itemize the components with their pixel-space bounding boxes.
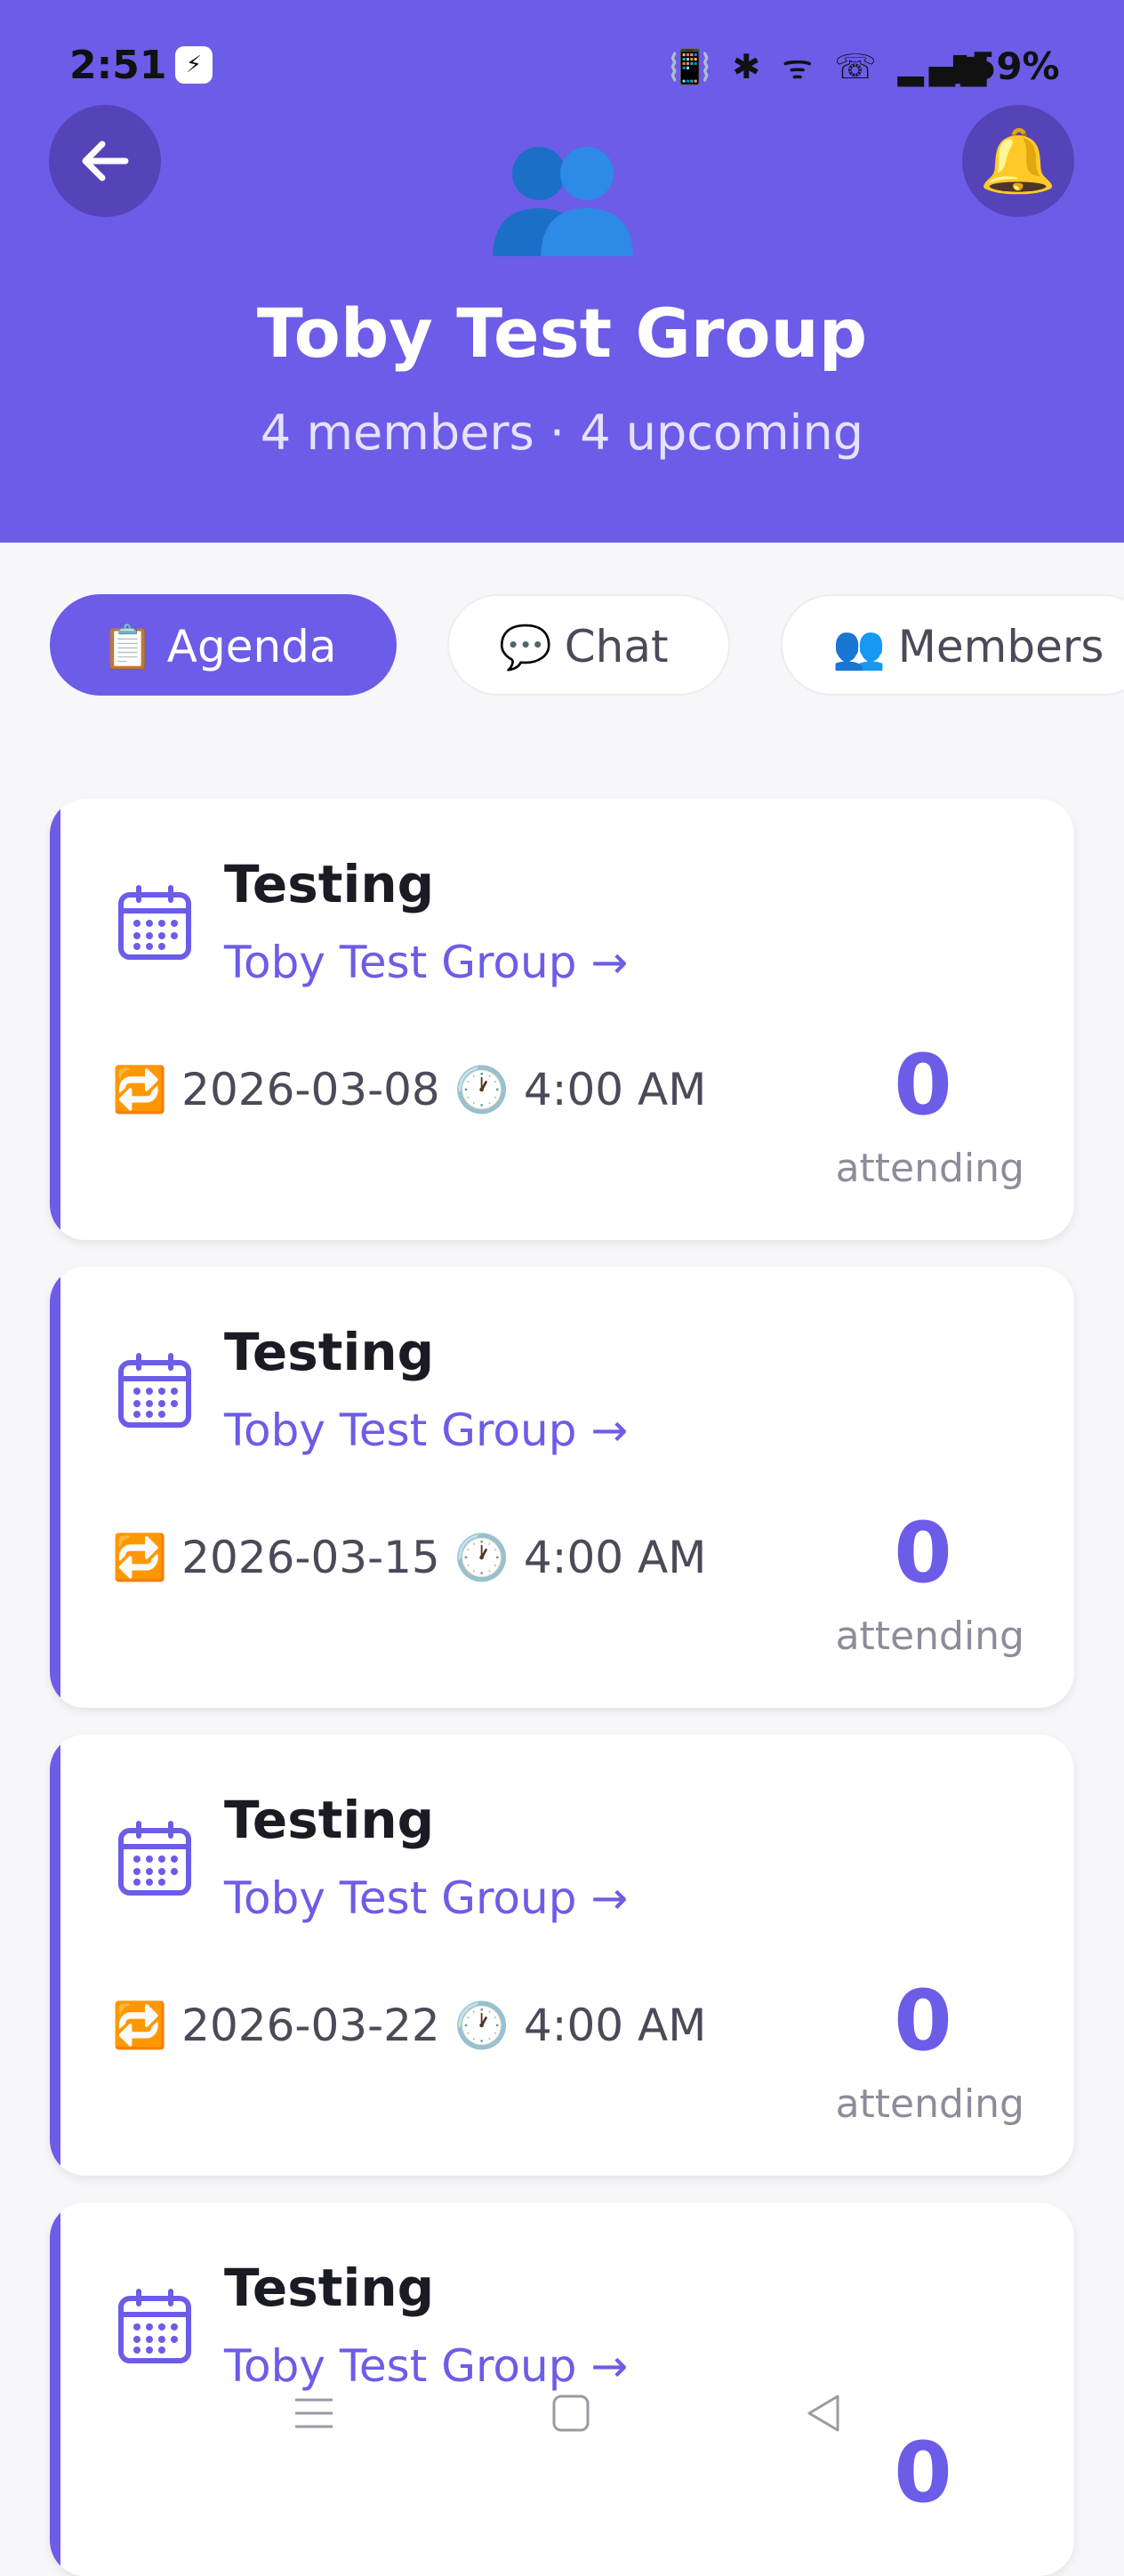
event-date: 2026-03-22 [181,2000,440,2051]
tab-label: Members [897,621,1104,672]
calendar-icon [118,885,191,960]
repeat-icon: 🔁 [112,1064,168,1115]
arrow-left-icon [82,141,129,181]
event-meta: 🔁 2026-03-15 🕐 4:00 AM [112,1532,706,1584]
status-icons: 📳 ✱ ᯤ ☏ ▂▄▆ [669,47,992,86]
event-time: 4:00 AM [523,1532,707,1583]
bell-icon: 🔔 [979,125,1057,197]
event-card[interactable]: Testing Toby Test Group → 🔁 2026-03-15 🕐… [50,1267,1074,1708]
notifications-button[interactable]: 🔔 [962,105,1074,217]
event-date: 2026-03-15 [181,1532,440,1583]
repeat-icon: 🔁 [112,1532,168,1583]
back-triangle-icon[interactable] [802,2391,847,2435]
group-people-icon [493,147,633,256]
menu-icon[interactable] [292,2391,336,2435]
back-button[interactable] [49,105,161,217]
system-nav-bar [0,2366,1124,2473]
event-title: Testing [224,1322,435,1382]
tab-members[interactable]: 👥 Members [781,594,1124,696]
event-date: 2026-03-08 [181,1064,440,1115]
attending-label: attending [835,2081,1024,2127]
tab-agenda[interactable]: 📋 Agenda [50,594,397,696]
event-title: Testing [224,1790,435,1850]
status-bar: 2:51 ⚡ 📳 ✱ ᯤ ☏ ▂▄▆ ▮59% [0,0,1124,133]
tab-chat[interactable]: 💬 Chat [447,594,730,696]
event-title: Testing [224,854,435,914]
event-card[interactable]: Testing Toby Test Group → 🔁 2026-03-08 🕐… [50,799,1074,1240]
tab-bar: 📋 Agenda 💬 Chat 👥 Members [0,594,1124,699]
members-icon: 👥 [832,623,886,672]
event-group-link[interactable]: Toby Test Group → [224,1405,628,1456]
calendar-icon [118,1821,191,1896]
repeat-icon: 🔁 [112,2000,168,2051]
clipboard-icon: 📋 [101,623,155,672]
group-header: 2:51 ⚡ 📳 ✱ ᯤ ☏ ▂▄▆ ▮59% 🔔 Toby Test Grou… [0,0,1124,543]
calendar-icon [118,1353,191,1428]
notification-app-icon: ⚡ [175,46,213,84]
event-card[interactable]: Testing Toby Test Group → 🔁 2026-03-22 🕐… [50,1735,1074,2176]
attending-count: 0 [894,1505,952,1602]
event-meta: 🔁 2026-03-08 🕐 4:00 AM [112,1064,706,1116]
attending-count: 0 [894,1037,952,1134]
event-group-link[interactable]: Toby Test Group → [224,1872,628,1924]
attending-label: attending [835,1146,1024,1191]
status-time: 2:51 [69,43,167,88]
tab-label: Agenda [166,621,337,672]
tab-label: Chat [564,621,669,672]
event-group-link[interactable]: Toby Test Group → [224,937,628,988]
clock-icon: 🕐 [454,1532,510,1583]
event-title: Testing [224,2258,435,2318]
attending-count: 0 [894,1973,952,2070]
clock-icon: 🕐 [454,1064,510,1115]
calendar-icon [118,2289,191,2363]
speech-bubble-icon: 💬 [499,623,552,672]
event-time: 4:00 AM [523,1064,707,1115]
attending-label: attending [835,1614,1024,1659]
event-time: 4:00 AM [523,2000,707,2051]
battery-indicator: ▮59% [950,44,1060,88]
event-meta: 🔁 2026-03-22 🕐 4:00 AM [112,2000,706,2052]
group-subtitle: 4 members · 4 upcoming [260,405,864,461]
group-title: Toby Test Group [256,294,868,373]
clock-icon: 🕐 [454,2000,510,2051]
home-icon[interactable] [549,2391,593,2435]
